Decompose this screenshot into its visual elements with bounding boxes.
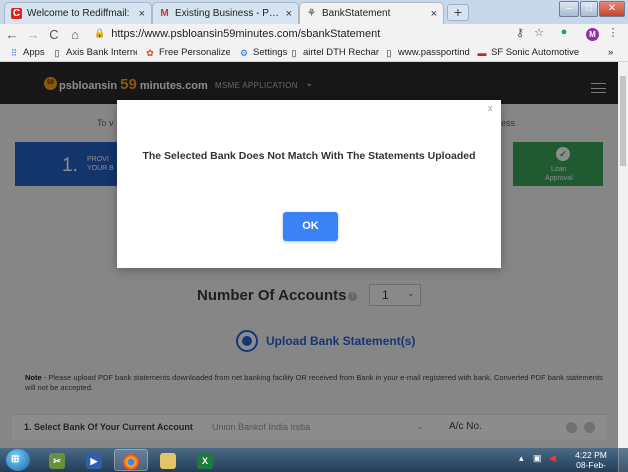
page-icon: ▯: [386, 47, 392, 58]
screen: C Welcome to Rediffmail: × M Existing Bu…: [0, 0, 628, 472]
home-icon[interactable]: ⌂: [66, 27, 84, 42]
show-desktop-button[interactable]: [618, 448, 628, 472]
star-icon[interactable]: ☆: [531, 26, 547, 39]
tray-expand-icon[interactable]: ▴: [519, 453, 524, 464]
bookmark-axis-bank[interactable]: ▯ Axis Bank Internet Ba: [52, 47, 137, 58]
more-bookmarks-icon[interactable]: »: [608, 47, 613, 58]
gear-icon: ⚙: [239, 47, 249, 58]
address-bar-row: ← → C ⌂ 🔒 https://www.psbloansin59minute…: [0, 24, 628, 44]
minimize-button[interactable]: –: [559, 1, 579, 17]
tool-icon: ✂: [49, 453, 65, 469]
forward-icon[interactable]: →: [24, 27, 42, 42]
url-text: https://www.psbloansin59minutes.com/sban…: [111, 27, 381, 40]
system-clock[interactable]: 4:22 PM 08-Feb-2019: [568, 450, 614, 472]
folder-icon: [160, 453, 176, 469]
close-window-button[interactable]: ✕: [599, 1, 625, 17]
page-scrollbar[interactable]: [618, 62, 628, 448]
key-icon[interactable]: ⚷: [512, 26, 528, 39]
tab-bankstatement[interactable]: ⚘ BankStatement ×: [299, 2, 444, 24]
taskbar-excel[interactable]: X: [188, 449, 222, 471]
windows-logo-icon: ⊞: [11, 454, 20, 465]
network-icon[interactable]: ▣: [533, 453, 542, 464]
bookmark-passportindia[interactable]: ▯ www.passportindia.g: [384, 47, 470, 58]
bookmark-settings[interactable]: ⚙ Settings: [239, 47, 287, 58]
bookmark-sf-sonic[interactable]: ▬ SF Sonic Automotive: [477, 47, 580, 58]
excel-icon: X: [197, 453, 213, 469]
volume-icon[interactable]: ◀: [549, 453, 556, 464]
close-tab-icon[interactable]: ×: [286, 8, 292, 20]
free-icon: ✿: [146, 47, 154, 58]
menu-dots-icon[interactable]: ⋮: [605, 26, 621, 39]
extension-icon[interactable]: ●: [556, 26, 572, 38]
url-bar[interactable]: 🔒 https://www.psbloansin59minutes.com/sb…: [94, 25, 556, 42]
bookmarks-bar: ⠿ Apps ▯ Axis Bank Internet Ba ✿ Free Pe…: [0, 44, 628, 62]
browser-tab-strip: C Welcome to Rediffmail: × M Existing Bu…: [0, 0, 628, 24]
media-player-icon: ▶: [86, 453, 102, 469]
bookmark-apps[interactable]: ⠿ Apps: [9, 47, 45, 58]
ok-button[interactable]: OK: [283, 212, 338, 241]
taskbar-app-2[interactable]: ▶: [77, 449, 111, 471]
gmail-icon: M: [160, 8, 169, 19]
bookmark-airtel[interactable]: ▯ airtel DTH Recharge: [289, 47, 379, 58]
page-icon: ▯: [54, 47, 60, 58]
windows-taskbar: ⊞ ✂ ▶ X ▴ ▣ ◀ 4:22 PM 08-Feb-2019: [0, 448, 628, 472]
back-icon[interactable]: ←: [3, 27, 21, 42]
page-icon: ▯: [291, 47, 297, 58]
lock-icon: 🔒: [94, 28, 106, 38]
apps-icon: ⠿: [10, 47, 18, 58]
dialog-message: The Selected Bank Does Not Match With Th…: [142, 150, 476, 162]
page-icon: ⚘: [307, 8, 316, 19]
flag-icon: ▬: [477, 47, 487, 58]
maximize-button[interactable]: □: [580, 1, 598, 17]
taskbar-chrome[interactable]: [114, 449, 148, 471]
bookmark-free-personalized[interactable]: ✿ Free Personalized Ho: [145, 47, 230, 58]
chrome-icon: [123, 454, 139, 470]
taskbar-explorer[interactable]: [151, 449, 185, 471]
reload-icon[interactable]: C: [45, 27, 63, 42]
avatar[interactable]: M: [586, 28, 599, 41]
tab-existing-business[interactable]: M Existing Business - PSBLOANSIN59 ×: [152, 2, 299, 24]
close-tab-icon[interactable]: ×: [139, 8, 145, 20]
taskbar-app-1[interactable]: ✂: [40, 449, 74, 471]
scrollbar-thumb[interactable]: [620, 76, 626, 166]
new-tab-button[interactable]: +: [447, 4, 469, 21]
tab-rediffmail[interactable]: C Welcome to Rediffmail: ×: [4, 2, 152, 24]
rediff-icon: C: [11, 8, 22, 19]
close-tab-icon[interactable]: ×: [431, 8, 437, 20]
close-icon[interactable]: x: [488, 103, 493, 113]
error-dialog: x The Selected Bank Does Not Match With …: [117, 100, 501, 268]
